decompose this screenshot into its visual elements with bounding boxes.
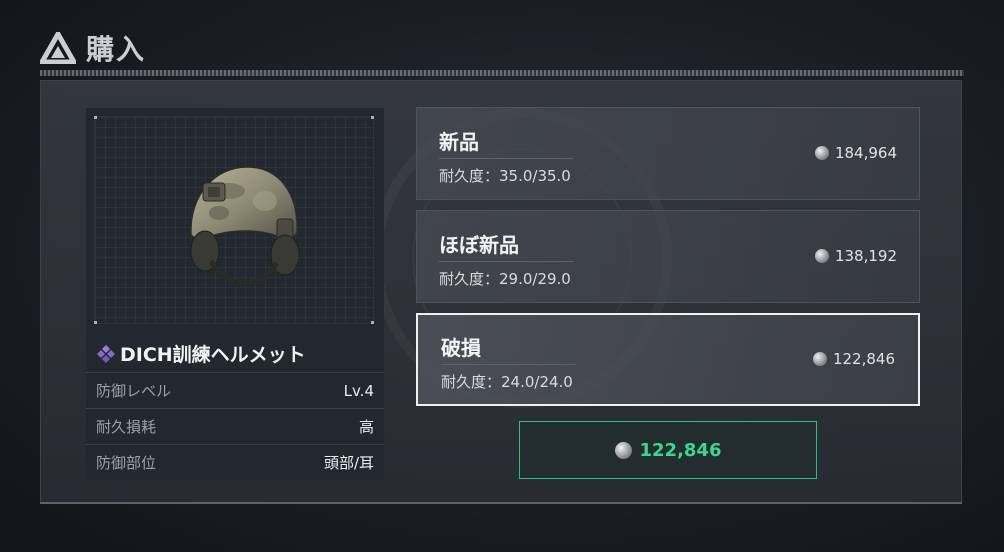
stat-label: 耐久損耗: [96, 418, 157, 436]
option-durability: 耐久度：24.0/24.0: [441, 373, 573, 391]
stat-value: Lv.4: [343, 381, 374, 400]
stat-label: 防御レベル: [96, 382, 172, 400]
coin-icon: [812, 352, 827, 366]
option-title: 破損: [441, 336, 481, 360]
item-name: DICH訓練ヘルメット: [96, 340, 306, 367]
item-card: DICH訓練ヘルメット 防御レベル Lv.4 耐久損耗 高 防御部位 頭部/耳: [86, 108, 384, 480]
header-divider: [40, 70, 964, 76]
stat-row-durability-wear: 耐久損耗 高: [86, 408, 384, 444]
option-price-value: 138,192: [834, 247, 897, 265]
stat-row-defense-level: 防御レベル Lv.4: [86, 372, 384, 408]
triangle-logo-icon: [40, 32, 76, 64]
option-divider: [441, 364, 576, 365]
option-like-new[interactable]: ほぼ新品 耐久度：29.0/29.0 138,192: [416, 210, 920, 303]
stat-value: 高: [358, 418, 374, 436]
option-price: 184,964: [814, 144, 897, 162]
option-durability: 耐久度：35.0/35.0: [439, 167, 571, 185]
option-price: 138,192: [814, 247, 897, 265]
option-divider: [439, 261, 574, 262]
stat-row-protected-area: 防御部位 頭部/耳: [86, 444, 384, 480]
item-name-text: DICH訓練ヘルメット: [120, 344, 306, 366]
stat-label: 防御部位: [96, 454, 157, 472]
option-title: ほぼ新品: [439, 233, 519, 257]
option-divider: [439, 158, 574, 159]
option-price-value: 184,964: [834, 144, 897, 162]
item-image-frame: [94, 116, 374, 324]
panel-bottom-line: [40, 502, 962, 504]
purchase-price: 122,846: [639, 439, 722, 461]
option-durability: 耐久度：29.0/29.0: [439, 270, 571, 288]
option-title: 新品: [439, 130, 479, 154]
helmet-icon: [190, 166, 300, 285]
page-header: 購入: [40, 28, 146, 68]
option-damaged[interactable]: 破損 耐久度：24.0/24.0 122,846: [416, 313, 920, 406]
option-price: 122,846: [812, 350, 895, 368]
option-new[interactable]: 新品 耐久度：35.0/35.0 184,964: [416, 107, 920, 200]
stat-value: 頭部/耳: [323, 454, 374, 472]
purchase-button[interactable]: 122,846: [519, 421, 817, 479]
coin-icon: [814, 146, 829, 160]
coin-icon: [614, 441, 632, 459]
purple-diamond-icon: [97, 344, 115, 363]
coin-icon: [814, 249, 829, 263]
page-title: 購入: [86, 33, 147, 66]
option-price-value: 122,846: [832, 350, 895, 368]
